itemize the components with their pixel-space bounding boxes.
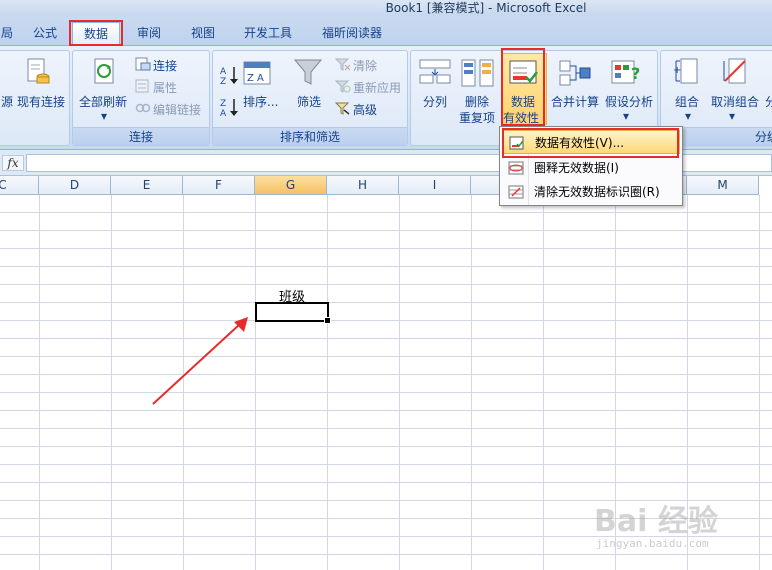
ungroup-icon [723,58,746,84]
text-to-columns-icon [419,59,451,84]
clear-circles-icon [508,185,524,199]
existing-connections-button[interactable]: 现有连接 [17,93,65,110]
partial-label: 源 [1,95,14,109]
properties-icon [135,79,149,93]
svg-text:+: + [673,65,681,76]
sort-button[interactable]: 排序... [243,93,278,110]
tab-developer[interactable]: 开发工具 [232,22,304,44]
highlight-box-menu-item [502,128,679,158]
sort-icon: Z A [243,61,271,85]
subtotal-button-partial[interactable]: 分 [765,93,772,110]
highlight-box-data-validation [501,48,545,126]
tab-layout[interactable]: 局 [0,22,14,44]
refresh-all-icon [94,58,114,84]
svg-text:Z: Z [220,77,226,85]
group-dropdown-arrow[interactable]: ▾ [685,109,691,123]
what-if-analysis-icon: ? [611,60,640,84]
filter-icon [293,59,323,85]
column-header-h[interactable]: H [327,176,399,195]
column-header-g[interactable]: G [255,176,327,195]
window-title: Book1 [兼容模式] - Microsoft Excel [385,1,587,15]
remove-duplicates-icon [461,59,494,87]
column-header-m[interactable]: M [687,176,759,195]
tab-view[interactable]: 视图 [180,22,226,44]
refresh-dropdown-arrow[interactable]: ▾ [101,109,107,123]
watermark-url: jingyan.baidu.com [596,537,709,550]
insert-function-button[interactable]: fx [2,155,24,171]
highlight-box-data-tab [69,20,123,46]
ungroup-dropdown-arrow[interactable]: ▾ [729,109,735,123]
column-header-i[interactable]: I [399,176,471,195]
properties-button[interactable]: 属性 [153,79,177,96]
svg-text:?: ? [631,64,640,83]
menu-item-label: 圈释无效数据(I) [534,161,619,175]
group-connections: 全部刷新 ▾ 连接 属性 编辑链接 连接 [72,50,210,146]
svg-text:A: A [220,67,227,77]
what-if-analysis-button[interactable]: 假设分析 [605,93,653,110]
remove-duplicates-label-1[interactable]: 删除 [465,93,489,110]
existing-connections-icon [27,58,50,84]
group-label-connections: 连接 [73,127,209,145]
column-header-f[interactable]: F [183,176,255,195]
baidu-watermark: Bai 经验 [594,504,718,539]
menu-item-clear-circles[interactable]: 清除无效数据标识圈(R) [502,180,680,204]
edit-links-button[interactable]: 编辑链接 [153,101,201,118]
advanced-button[interactable]: 高级 [353,101,377,118]
column-header-c[interactable]: C [0,176,39,195]
tab-foxit[interactable]: 福昕阅读器 [310,22,394,44]
column-header-d[interactable]: D [39,176,111,195]
group-sort-filter: A Z Z A Z A 排序... 筛选 清除 重新应用 高级 排序和筛选 [212,50,408,146]
reapply-button[interactable]: 重新应用 [353,79,401,96]
sort-descending-icon: Z A [220,99,238,117]
svg-text:A: A [220,109,227,117]
annotation-arrow [152,317,248,405]
group-icon: + [673,58,698,84]
svg-text:Z A: Z A [247,73,264,84]
column-header-e[interactable]: E [111,176,183,195]
text-to-columns-button[interactable]: 分列 [423,93,447,110]
refresh-all-button[interactable]: 全部刷新 [79,93,127,110]
menu-item-circle-invalid[interactable]: 圈释无效数据(I) [502,156,680,180]
title-bar: Book1 [兼容模式] - Microsoft Excel [0,0,772,16]
consolidate-icon [559,60,591,86]
svg-text:Z: Z [220,99,226,109]
connections-button[interactable]: 连接 [153,57,177,74]
advanced-filter-icon [335,102,350,115]
group-external-data: 源 现有连接 [0,50,70,146]
clear-filter-icon [335,58,351,71]
tab-formulas[interactable]: 公式 [22,22,68,44]
edit-links-icon [135,103,151,113]
clear-button[interactable]: 清除 [353,57,377,74]
what-if-dropdown-arrow[interactable]: ▾ [623,109,629,123]
tab-review[interactable]: 审阅 [126,22,172,44]
active-cell[interactable] [255,302,331,324]
group-button[interactable]: 组合 [675,93,699,110]
circle-invalid-icon [508,161,524,175]
ungroup-button[interactable]: 取消组合 [711,93,759,110]
reapply-icon [335,80,351,93]
filter-button[interactable]: 筛选 [297,93,321,110]
remove-duplicates-label-2[interactable]: 重复项 [459,109,495,126]
menu-item-label: 清除无效数据标识圈(R) [534,185,660,199]
group-label-sort-filter: 排序和筛选 [213,127,407,145]
sort-ascending-icon: A Z [220,67,238,85]
connections-icon [135,57,151,71]
consolidate-button[interactable]: 合并计算 [551,93,599,110]
